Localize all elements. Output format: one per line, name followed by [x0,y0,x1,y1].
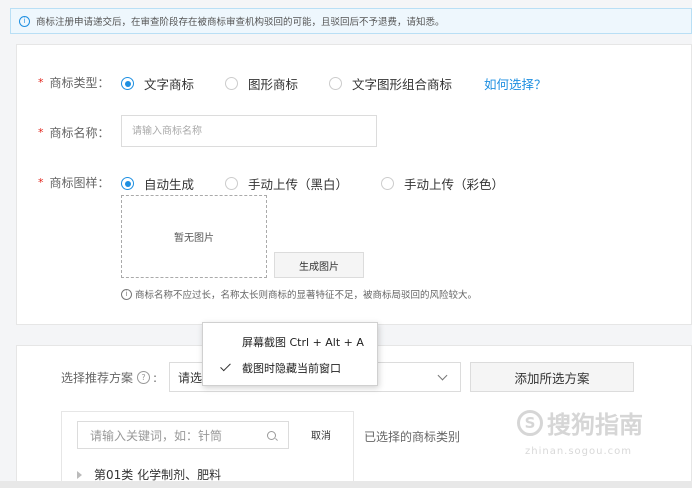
generate-image-button[interactable]: 生成图片 [274,252,364,278]
pattern-hint: i 商标名称不应过长，名称太长则商标的显著特征不足，被商标局驳回的风险较大。 [121,287,477,301]
info-icon: i [19,15,30,27]
category-list-box: 请输入关键词，如：针筒 取消 第01类 化学制剂、肥料 [61,411,354,488]
colon: : [153,370,158,385]
radio-unchecked-icon [225,77,238,90]
trademark-name-label: 商标名称： [49,126,110,140]
trademark-name-row: * 商标名称： [38,124,110,141]
context-menu: 屏幕截图 Ctrl + Alt + A 截图时隐藏当前窗口 [202,322,378,386]
search-icon[interactable] [267,431,276,440]
expand-arrow-icon [77,470,82,479]
radio-label: 自动生成 [144,177,195,192]
radio-label: 手动上传（彩色） [404,177,505,192]
radio-label: 手动上传（黑白） [248,177,349,192]
required-mark: * [38,76,44,89]
radio-combined-trademark[interactable]: 文字图形组合商标 [329,74,452,93]
selected-categories-title: 已选择的商标类别 [364,430,461,444]
trademark-type-options: 文字商标 [121,74,194,93]
how-to-choose-link[interactable]: 如何选择？ [484,74,547,93]
trademark-pattern-label: 商标图样： [49,176,110,190]
radio-unchecked-icon [381,177,394,190]
watermark-text: 搜狗指南 [547,411,643,439]
menu-item-screenshot[interactable]: 屏幕截图 Ctrl + Alt + A [203,331,377,353]
menu-item-hide-window[interactable]: 截图时隐藏当前窗口 [203,357,377,379]
radio-graphic-trademark[interactable]: 图形商标 [225,74,298,93]
add-selected-scheme-button[interactable]: 添加所选方案 [470,362,634,392]
menu-item-label: 截图时隐藏当前窗口 [242,362,341,375]
trademark-pattern-row: * 商标图样： [38,174,110,191]
watermark-url: zhinan.sogou.com [525,446,633,457]
radio-label: 图形商标 [248,77,299,92]
watermark: S 搜狗指南 [517,405,643,440]
check-icon [220,360,231,372]
image-preview: 暂无图片 [121,195,267,278]
trademark-name-input[interactable] [121,115,377,147]
info-icon: i [121,288,132,300]
radio-text-trademark[interactable]: 文字商标 [121,74,194,93]
radio-unchecked-icon [225,177,238,190]
chevron-down-icon [437,370,448,381]
radio-label: 文字图形组合商标 [352,77,453,92]
trademark-type-label: 商标类型： [49,76,110,90]
radio-unchecked-icon [329,77,342,90]
cancel-link[interactable]: 取消 [311,427,331,442]
radio-checked-icon [121,177,134,190]
menu-item-label: 屏幕截图 Ctrl + Alt + A [242,336,364,349]
radio-upload-color[interactable]: 手动上传（彩色） [381,174,504,193]
required-mark: * [38,126,44,139]
radio-auto-generate[interactable]: 自动生成 [121,174,194,193]
radio-label: 文字商标 [144,77,195,92]
trademark-type-row: * 商标类型： [38,74,110,91]
radio-checked-icon [121,77,134,90]
question-icon[interactable]: ? [137,371,151,384]
keyword-placeholder: 请输入关键词，如：针筒 [90,428,223,443]
notice-bar: i 商标注册申请递交后，在审查阶段存在被商标审查机构驳回的可能，且驳回后不予退费… [10,8,692,34]
pattern-hint-text: 商标名称不应过长，名称太长则商标的显著特征不足，被商标局驳回的风险较大。 [135,290,478,301]
notice-text: 商标注册申请递交后，在审查阶段存在被商标审查机构驳回的可能，且驳回后不予退费，请… [36,17,445,28]
required-mark: * [38,176,44,189]
scheme-label: 选择推荐方案 ? : [61,369,157,386]
keyword-search-input[interactable]: 请输入关键词，如：针筒 [77,421,289,449]
horizontal-scrollbar[interactable] [0,481,692,488]
sogou-logo-icon: S [517,409,543,436]
scheme-label-text: 选择推荐方案 [61,371,134,385]
radio-upload-bw[interactable]: 手动上传（黑白） [225,174,348,193]
no-image-text: 暂无图片 [174,233,214,244]
scheme-select-value: 请选 [178,370,203,385]
